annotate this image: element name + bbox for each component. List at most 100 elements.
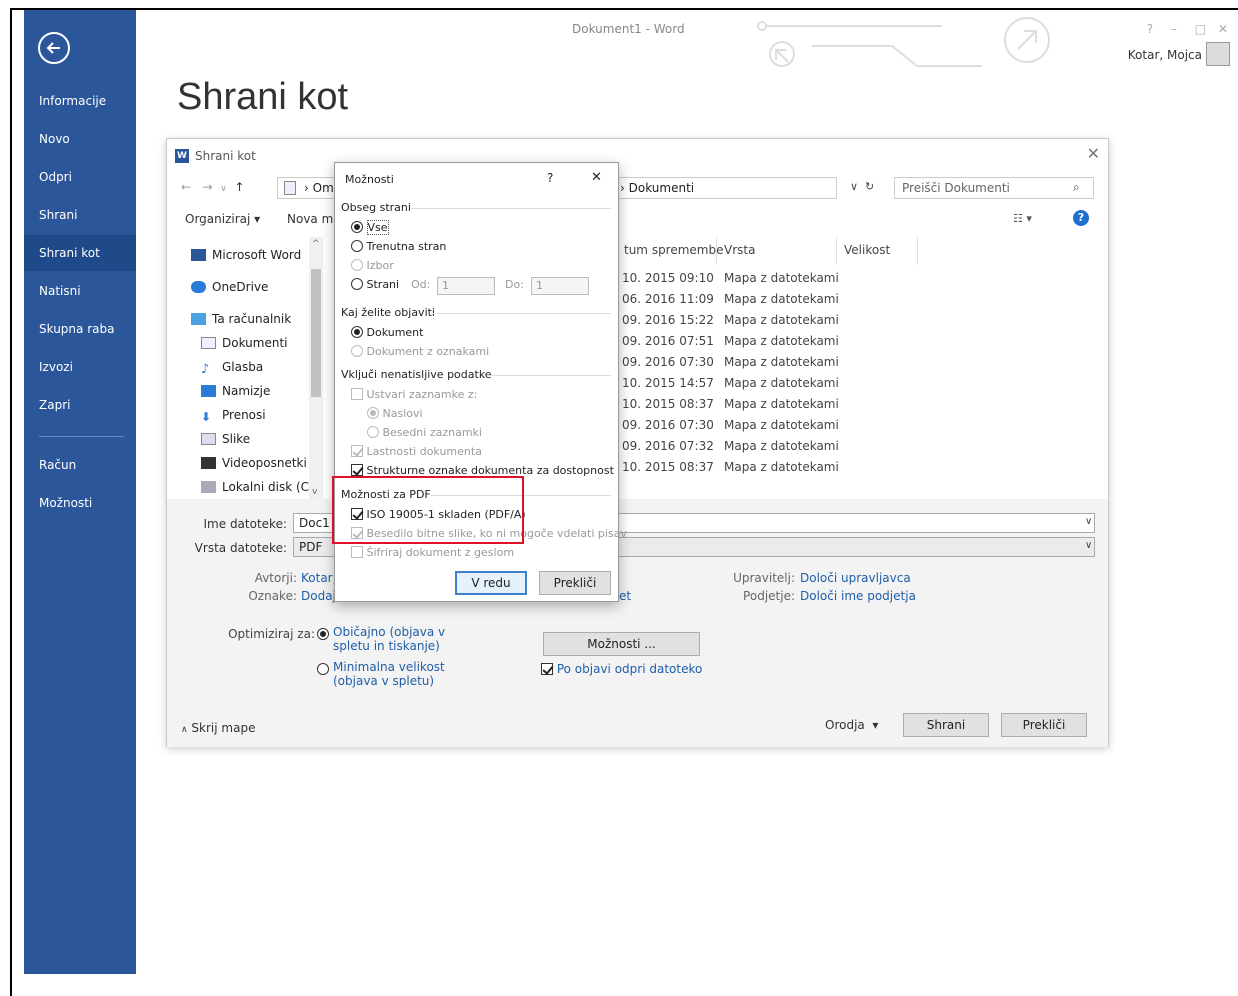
encrypt-checkbox[interactable]: Šifriraj dokument z geslom [351, 546, 514, 559]
row-type[interactable]: Mapa z datotekami [724, 376, 839, 390]
row-type[interactable]: Mapa z datotekami [724, 271, 839, 285]
range-pages-radio[interactable]: Strani [351, 278, 399, 291]
row-date[interactable]: 10. 2015 14:57 [622, 376, 714, 390]
scroll-down-icon[interactable]: v [312, 487, 317, 497]
optimize-minimal-radio[interactable] [317, 662, 329, 676]
save-button[interactable]: Shrani [903, 713, 989, 737]
column-type[interactable]: Vrsta [724, 243, 755, 257]
tree-scroll-thumb[interactable] [311, 269, 321, 397]
close-button[interactable]: ✕ [591, 170, 602, 185]
help-button[interactable]: ? [1147, 22, 1153, 36]
tree-item-local-disk[interactable]: Lokalni disk (C:) [201, 480, 318, 494]
row-type[interactable]: Mapa z datotekami [724, 439, 839, 453]
refresh-icon[interactable]: ∨ ↻ [850, 180, 874, 193]
nav-shrani-kot[interactable]: Shrani kot [24, 235, 136, 271]
tree-item-downloads[interactable]: ⬇ Prenosi [201, 408, 266, 424]
tree-item-onedrive[interactable]: OneDrive [191, 280, 268, 294]
search-input[interactable]: Preišči Dokumenti [894, 177, 1094, 199]
row-date[interactable]: 10. 2015 09:10 [622, 271, 714, 285]
tree-item-desktop[interactable]: Namizje [201, 384, 270, 398]
row-type[interactable]: Mapa z datotekami [724, 355, 839, 369]
tree-item-music[interactable]: ♪ Glasba [201, 360, 263, 377]
new-folder-button[interactable]: Nova ma [287, 212, 341, 226]
publish-document-radio[interactable]: Dokument [351, 326, 423, 339]
bookmarks-word-radio[interactable]: Besedni zaznamki [367, 426, 482, 439]
help-button[interactable]: ? [547, 171, 553, 185]
bookmarks-headings-radio[interactable]: Naslovi [367, 407, 423, 420]
nav-skupna-raba[interactable]: Skupna raba [24, 311, 136, 347]
tags-link[interactable]: Dodaj [301, 589, 336, 603]
row-date[interactable]: 09. 2016 15:22 [622, 313, 714, 327]
range-current-radio[interactable]: Trenutna stran [351, 240, 446, 253]
organize-button[interactable]: Organiziraj ▾ [185, 212, 260, 226]
music-icon: ♪ [201, 362, 210, 377]
scroll-up-icon[interactable]: ^ [312, 239, 320, 249]
ok-button[interactable]: V redu [455, 571, 527, 595]
tree-item-this-pc[interactable]: Ta računalnik [191, 312, 291, 326]
row-type[interactable]: Mapa z datotekami [724, 292, 839, 306]
optimize-standard-label[interactable]: Običajno (objava v spletu in tiskanje) [333, 625, 463, 653]
tree-item-documents[interactable]: Dokumenti [201, 336, 287, 350]
avatar[interactable] [1206, 42, 1230, 66]
row-date[interactable]: 06. 2016 11:09 [622, 292, 714, 306]
title-link[interactable]: et [619, 589, 631, 603]
tools-button[interactable]: Orodja ▾ [825, 718, 878, 732]
nav-informacije[interactable]: Informacije [24, 83, 136, 119]
help-icon[interactable]: ? [1073, 210, 1089, 226]
options-cancel-button[interactable]: Prekliči [539, 571, 611, 595]
chevron-down-icon[interactable]: ∨ [220, 184, 227, 194]
row-date[interactable]: 09. 2016 07:32 [622, 439, 714, 453]
nav-moznosti[interactable]: Možnosti [24, 485, 136, 521]
close-button[interactable]: ✕ [1218, 22, 1228, 36]
cancel-button[interactable]: Prekliči [1001, 713, 1087, 737]
hide-folders-button[interactable]: ∧ Skrij mape [181, 721, 255, 735]
tree-item-pictures[interactable]: Slike [201, 432, 250, 446]
nav-odpri[interactable]: Odpri [24, 159, 136, 195]
options-button[interactable]: Možnosti ... [543, 632, 700, 656]
nav-natisni[interactable]: Natisni [24, 273, 136, 309]
row-date[interactable]: 09. 2016 07:51 [622, 334, 714, 348]
row-date[interactable]: 09. 2016 07:30 [622, 355, 714, 369]
column-size[interactable]: Velikost [844, 243, 890, 257]
row-type[interactable]: Mapa z datotekami [724, 418, 839, 432]
row-type[interactable]: Mapa z datotekami [724, 397, 839, 411]
row-date[interactable]: 09. 2016 07:30 [622, 418, 714, 432]
user-name[interactable]: Kotar, Mojca [1128, 48, 1202, 62]
row-date[interactable]: 10. 2015 08:37 [622, 460, 714, 474]
range-all-radio[interactable]: Vse [351, 220, 389, 235]
open-after-publish-checkbox[interactable]: Po objavi odpri datoteko [541, 662, 702, 676]
nav-racun[interactable]: Račun [24, 447, 136, 483]
manager-link[interactable]: Določi upravljavca [800, 571, 911, 585]
minimize-button[interactable]: – [1171, 22, 1177, 36]
row-type[interactable]: Mapa z datotekami [724, 334, 839, 348]
chevron-down-icon[interactable]: ∨ [1085, 540, 1092, 551]
tree-item-videos[interactable]: Videoposnetki [201, 456, 307, 470]
row-type[interactable]: Mapa z datotekami [724, 313, 839, 327]
column-date[interactable]: tum spremembe [624, 243, 724, 257]
nav-shrani[interactable]: Shrani [24, 197, 136, 233]
close-icon[interactable]: ✕ [1087, 144, 1100, 163]
nav-novo[interactable]: Novo [24, 121, 136, 157]
doc-properties-checkbox[interactable]: Lastnosti dokumenta [351, 445, 482, 458]
row-type[interactable]: Mapa z datotekami [724, 460, 839, 474]
row-date[interactable]: 10. 2015 08:37 [622, 397, 714, 411]
tree-item-word[interactable]: Microsoft Word [191, 248, 301, 262]
to-input[interactable]: 1 [531, 277, 589, 295]
create-bookmarks-checkbox[interactable]: Ustvari zaznamke z: [351, 388, 477, 401]
restore-button[interactable]: □ [1195, 22, 1206, 36]
company-link[interactable]: Določi ime podjetja [800, 589, 916, 603]
view-options-icon[interactable]: ☷ ▾ [1013, 212, 1032, 225]
up-arrow-icon[interactable]: ↑ [234, 180, 244, 194]
authors-link[interactable]: Kotar, [301, 571, 336, 585]
back-button[interactable] [38, 32, 70, 64]
publish-markup-radio[interactable]: Dokument z oznakami [351, 345, 489, 358]
back-arrow-icon[interactable]: ← [181, 180, 191, 194]
nav-izvozi[interactable]: Izvozi [24, 349, 136, 385]
range-selection-radio[interactable]: Izbor [351, 259, 394, 272]
nav-zapri[interactable]: Zapri [24, 387, 136, 423]
optimize-standard-radio[interactable] [317, 627, 329, 641]
forward-arrow-icon[interactable]: → [203, 180, 213, 194]
from-input[interactable]: 1 [437, 277, 495, 295]
chevron-down-icon[interactable]: ∨ [1085, 516, 1092, 527]
optimize-minimal-label[interactable]: Minimalna velikost (objava v spletu) [333, 660, 463, 688]
